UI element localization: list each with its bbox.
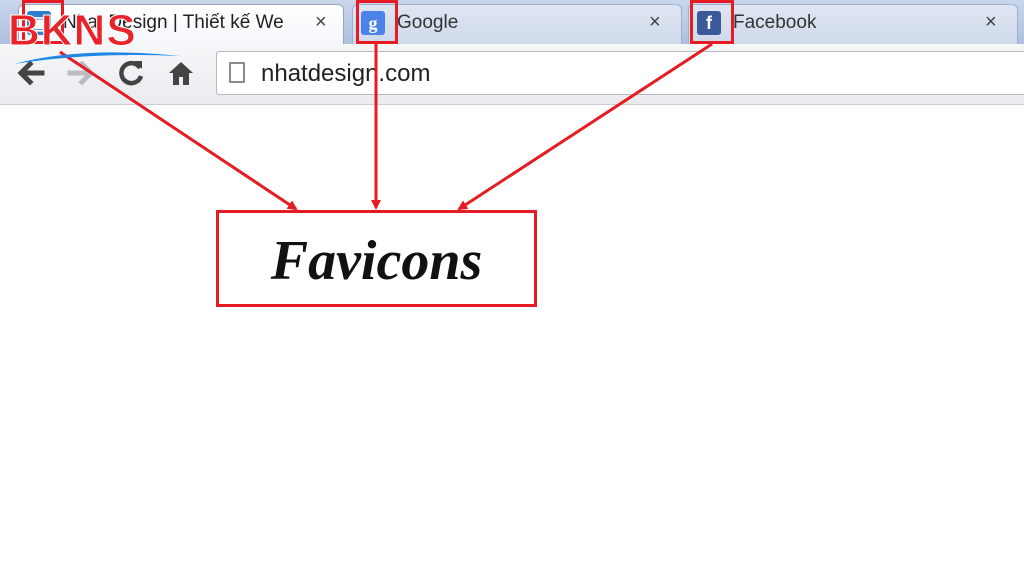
favicons-label: Favicons	[270, 230, 483, 292]
favicon-highlight-google	[356, 0, 398, 44]
address-bar[interactable]: nhatdesign.com	[216, 51, 1024, 95]
tab-title: Google	[397, 12, 459, 33]
bkns-logo-text: BKNS	[8, 6, 137, 56]
close-tab-icon[interactable]: ×	[985, 11, 997, 34]
tab-google[interactable]: g Google ×	[352, 4, 682, 44]
favicons-label-box: Favicons	[216, 210, 537, 307]
favicon-highlight-facebook	[690, 0, 734, 44]
tab-facebook[interactable]: f Facebook ×	[688, 4, 1018, 44]
bkns-logo: BKNS	[8, 6, 188, 70]
url-text: nhatdesign.com	[261, 60, 431, 87]
close-tab-icon[interactable]: ×	[649, 11, 661, 34]
tab-title: Facebook	[733, 12, 817, 33]
close-tab-icon[interactable]: ×	[315, 11, 327, 34]
page-icon	[229, 62, 245, 83]
